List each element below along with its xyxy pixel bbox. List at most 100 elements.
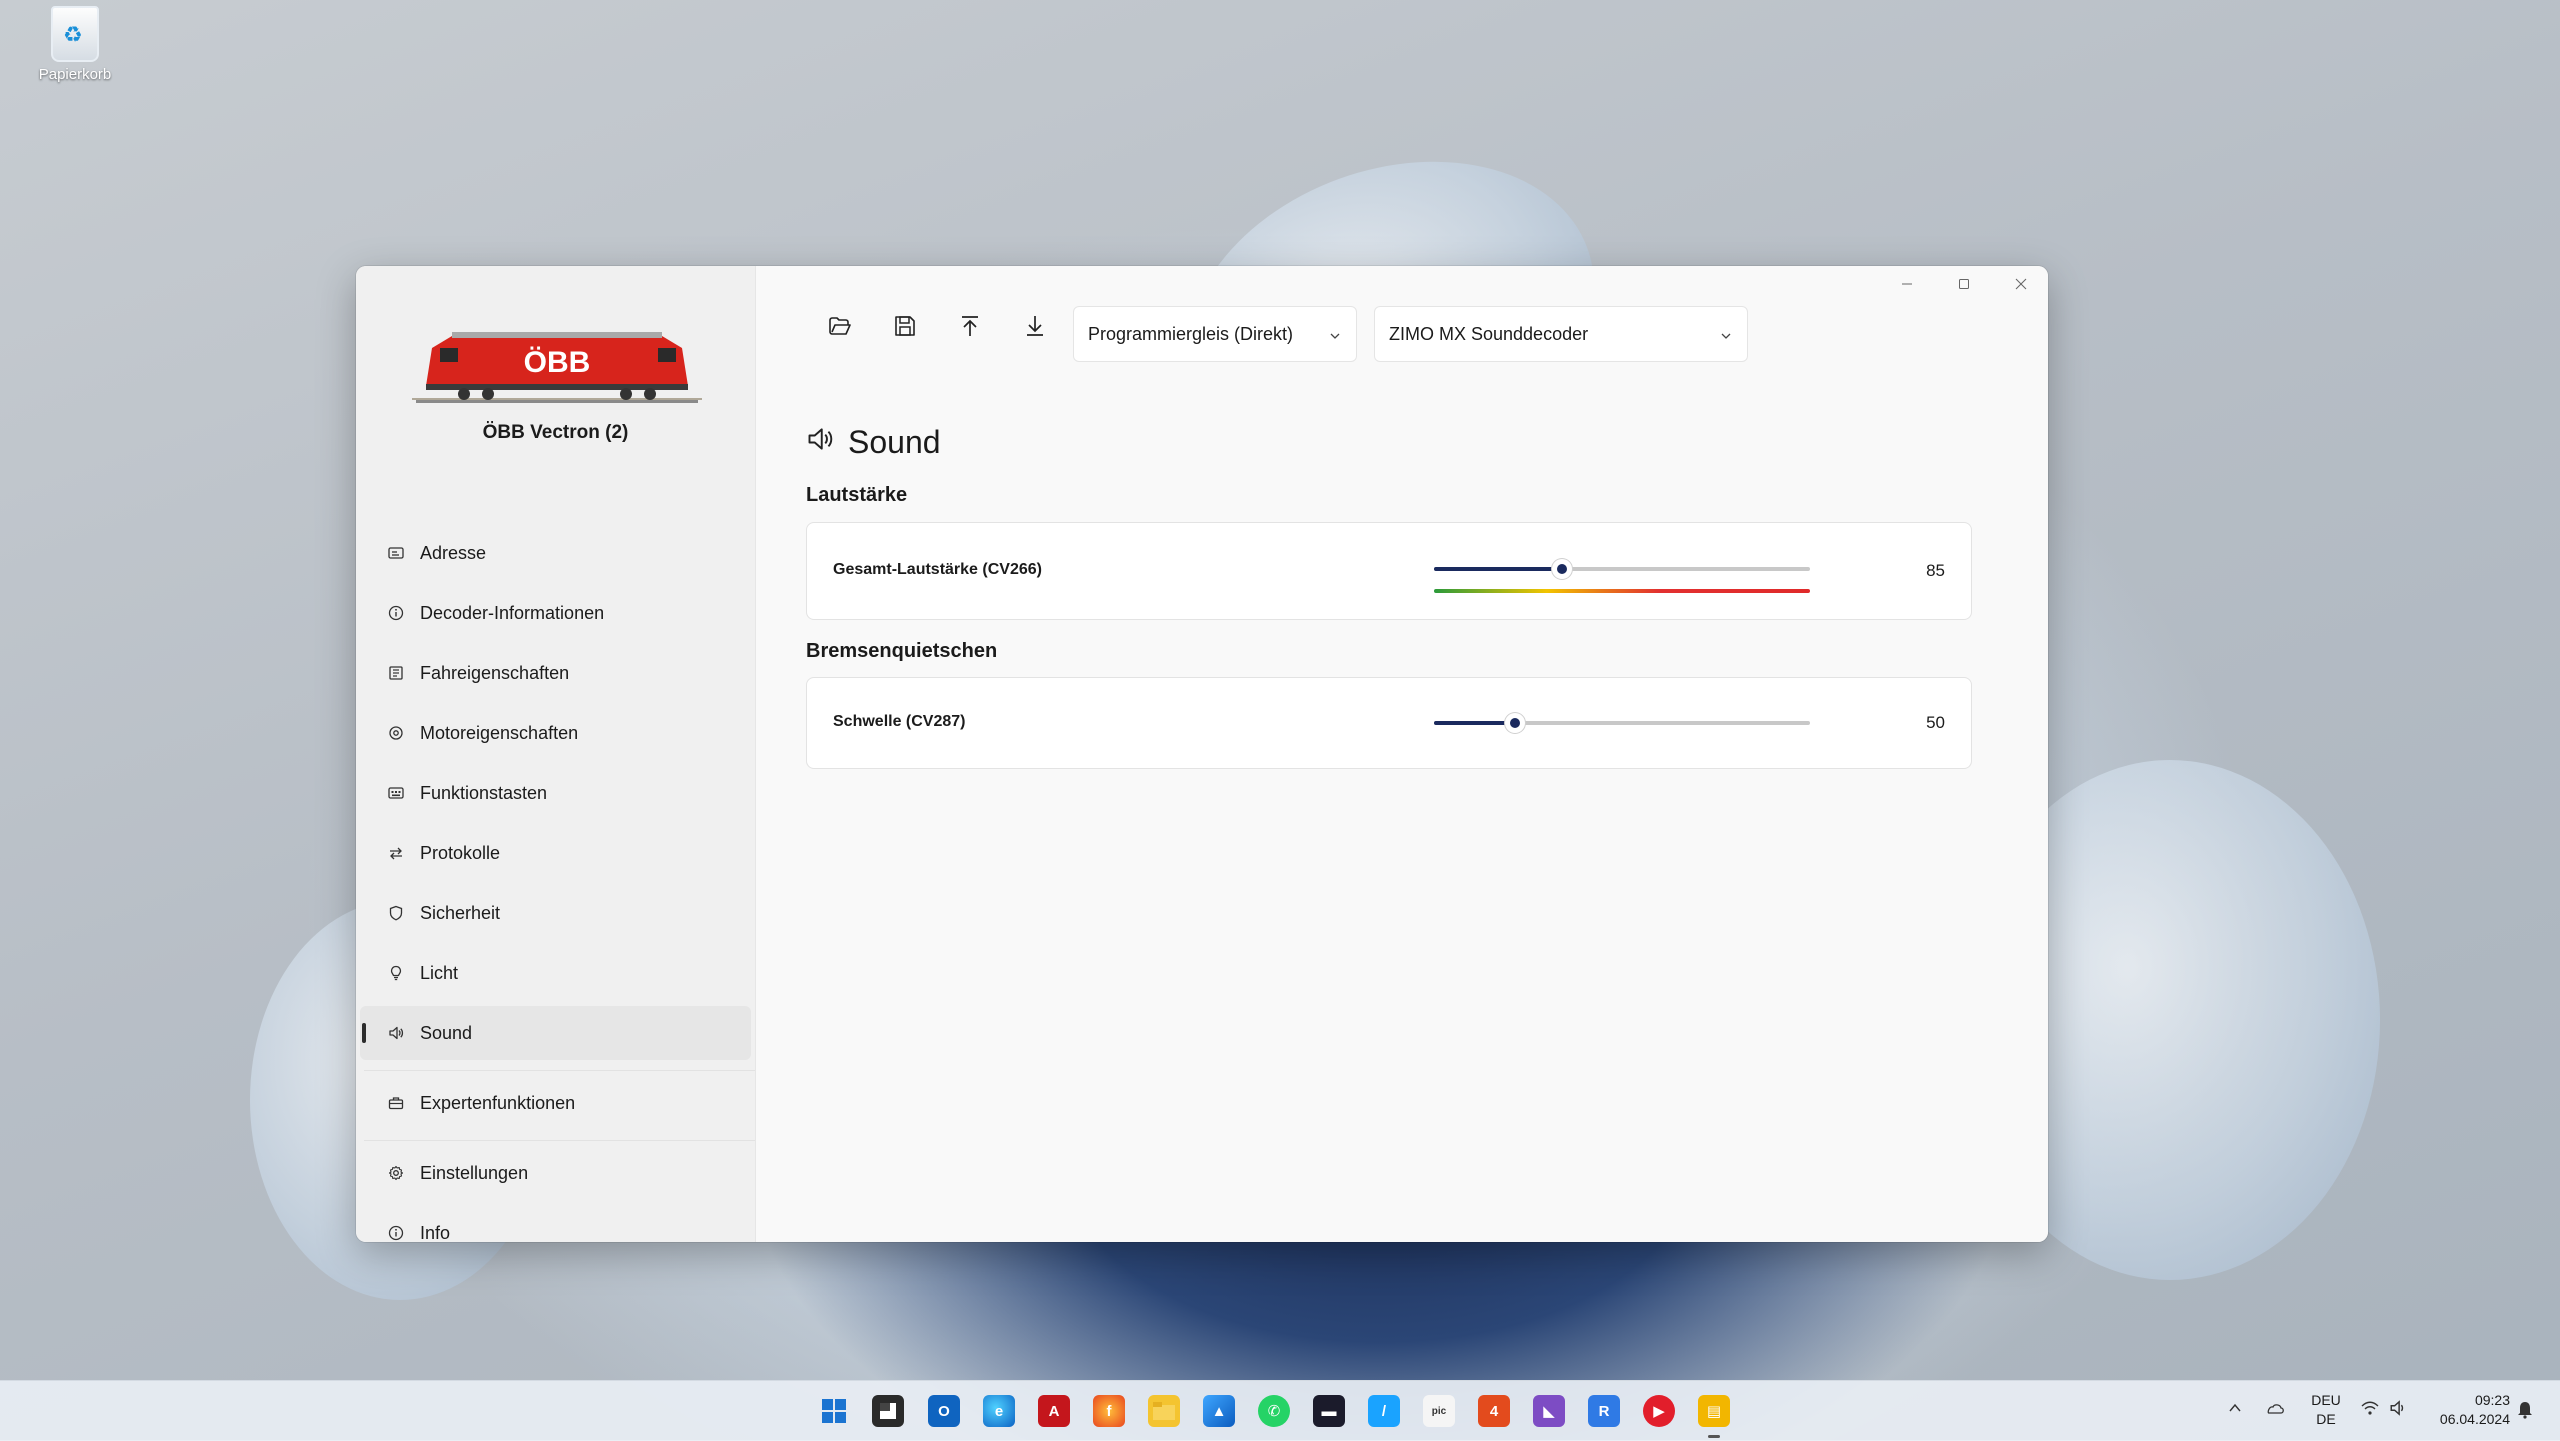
main-content: Programmiergleis (Direkt) ZIMO MX Soundd… xyxy=(755,266,2048,1242)
outlook-icon[interactable]: O xyxy=(928,1395,960,1427)
nav-item-decoder-informationen[interactable]: Decoder-Informationen xyxy=(360,586,751,640)
download-button[interactable] xyxy=(1013,306,1057,350)
close-button[interactable] xyxy=(1992,266,2048,302)
setting-value: 50 xyxy=(1926,713,1945,732)
terminal-icon[interactable] xyxy=(872,1395,904,1427)
nav-item-adresse[interactable]: Adresse xyxy=(360,526,751,580)
nav-separator xyxy=(364,1070,755,1071)
chevron-up-icon[interactable] xyxy=(2226,1399,2244,1422)
setting-label: Gesamt-Lautstärke (CV266) xyxy=(833,561,1042,578)
nav-item-motoreigenschaften[interactable]: Motoreigenschaften xyxy=(360,706,751,760)
whatsapp-icon[interactable]: ✆ xyxy=(1258,1395,1290,1427)
keyboard-layout: DE xyxy=(2316,1411,2336,1427)
app-icon[interactable]: / xyxy=(1368,1395,1400,1427)
recycle-bin-shortcut[interactable]: ♻ Papierkorb xyxy=(30,6,120,83)
maximize-button[interactable] xyxy=(1935,266,1992,302)
nav-label: Protokolle xyxy=(420,842,501,863)
file-explorer-icon[interactable] xyxy=(1148,1395,1180,1427)
visual-studio-icon[interactable]: ◣ xyxy=(1533,1395,1565,1427)
windows-start-icon[interactable] xyxy=(818,1395,850,1427)
nav-label: Fahreigenschaften xyxy=(420,662,570,683)
taskbar: O e A f ▲ ✆ ▬ / pic 4 ◣ R ▶ ▤ DEU DE 09:… xyxy=(0,1380,2560,1441)
nav-item-sound[interactable]: Sound xyxy=(360,1006,751,1060)
speedometer-icon xyxy=(384,665,408,681)
nav-label: Sicherheit xyxy=(420,902,501,923)
locomotive-image: ÖBB xyxy=(412,332,702,403)
input-language[interactable]: DEU DE xyxy=(2306,1391,2346,1429)
minimize-button[interactable] xyxy=(1878,266,1935,302)
nav-item-fahreigenschaften[interactable]: Fahreigenschaften xyxy=(360,646,751,700)
slider-thumb[interactable] xyxy=(1505,713,1525,733)
nav-label: Einstellungen xyxy=(420,1162,529,1183)
firefox-icon[interactable]: f xyxy=(1093,1395,1125,1427)
loco-name: ÖBB Vectron (2) xyxy=(482,422,629,443)
setting-card-gesamt-lautstaerke: Gesamt-Lautstärke (CV266) 85 xyxy=(806,522,1972,620)
nav-item-licht[interactable]: Licht xyxy=(360,946,751,1000)
nav-item-info[interactable]: Info xyxy=(360,1206,751,1242)
app-icon[interactable]: pic xyxy=(1423,1395,1455,1427)
nav-item-funktionstasten[interactable]: Funktionstasten xyxy=(360,766,751,820)
folder-open-icon xyxy=(827,313,853,344)
speaker-icon xyxy=(384,1025,408,1041)
language-code: DEU xyxy=(2311,1392,2341,1408)
slider-fill xyxy=(1434,567,1562,571)
chevron-down-icon xyxy=(1719,327,1733,348)
chevron-down-icon xyxy=(1328,327,1342,348)
save-icon xyxy=(892,313,918,344)
notification-bell-icon[interactable] xyxy=(2516,1399,2534,1424)
decoder-select-value: ZIMO MX Sounddecoder xyxy=(1389,323,1589,344)
cloud-icon[interactable] xyxy=(2264,1399,2286,1422)
open-button[interactable] xyxy=(818,306,862,350)
slider-fill xyxy=(1434,721,1515,725)
acrobat-icon[interactable]: A xyxy=(1038,1395,1070,1427)
window-caption-buttons xyxy=(1878,266,2048,302)
track-select[interactable]: Programmiergleis (Direkt) xyxy=(1073,306,1357,362)
gear-icon xyxy=(384,1165,408,1181)
app-icon[interactable]: R xyxy=(1588,1395,1620,1427)
volume-slider[interactable] xyxy=(1434,559,1810,579)
edge-icon[interactable]: e xyxy=(983,1395,1015,1427)
nav-item-sicherheit[interactable]: Sicherheit xyxy=(360,886,751,940)
volume-icon[interactable] xyxy=(2388,1399,2408,1422)
nav-label: Decoder-Informationen xyxy=(420,602,605,623)
speaker-icon xyxy=(806,424,848,461)
decoder-select[interactable]: ZIMO MX Sounddecoder xyxy=(1374,306,1748,362)
nav-label: Motoreigenschaften xyxy=(420,722,579,743)
wifi-icon[interactable] xyxy=(2360,1399,2380,1422)
photos-icon[interactable]: ▲ xyxy=(1203,1395,1235,1427)
info-icon xyxy=(384,1225,408,1241)
upload-button[interactable] xyxy=(948,306,992,350)
slider-thumb[interactable] xyxy=(1552,559,1572,579)
section-heading-lautstaerke: Lautstärke xyxy=(806,484,908,506)
nav-item-einstellungen[interactable]: Einstellungen xyxy=(360,1146,751,1200)
setting-label: Schwelle (CV287) xyxy=(833,713,966,730)
save-button[interactable] xyxy=(883,306,927,350)
loco-logo-text: ÖBB xyxy=(524,346,591,379)
recycle-bin-label: Papierkorb xyxy=(38,66,112,83)
toolbox-icon xyxy=(384,1095,408,1111)
nav-item-protokolle[interactable]: Protokolle xyxy=(360,826,751,880)
motor-icon xyxy=(384,725,408,741)
nav-label: Funktionstasten xyxy=(420,782,548,803)
section-heading-bremsenquietschen: Bremsenquietschen xyxy=(806,640,998,662)
recycle-bin-icon: ♻ xyxy=(51,6,99,62)
sidebar: ÖBB ÖBB Vectron (2) Adresse Decoder-Info… xyxy=(356,266,755,1242)
app-icon[interactable]: ▤ xyxy=(1698,1395,1730,1427)
keyboard-icon xyxy=(384,785,408,801)
youtube-music-icon[interactable]: ▶ xyxy=(1643,1395,1675,1427)
clock[interactable]: 09:23 06.04.2024 xyxy=(2418,1391,2510,1429)
info-icon xyxy=(384,605,408,621)
threshold-slider[interactable] xyxy=(1434,713,1810,733)
app-icon[interactable]: ▬ xyxy=(1313,1395,1345,1427)
upload-icon xyxy=(957,313,983,344)
running-indicator xyxy=(1708,1435,1720,1438)
nav-label: Adresse xyxy=(420,542,487,563)
nav-item-expertenfunktionen[interactable]: Expertenfunktionen xyxy=(360,1076,751,1130)
page-title-text: Sound xyxy=(848,424,941,460)
lightbulb-icon xyxy=(384,965,408,981)
volume-gradient-bar xyxy=(1434,589,1810,593)
download-icon xyxy=(1022,313,1048,344)
shield-icon xyxy=(384,905,408,921)
page-title: Sound xyxy=(806,424,941,461)
app-icon[interactable]: 4 xyxy=(1478,1395,1510,1427)
